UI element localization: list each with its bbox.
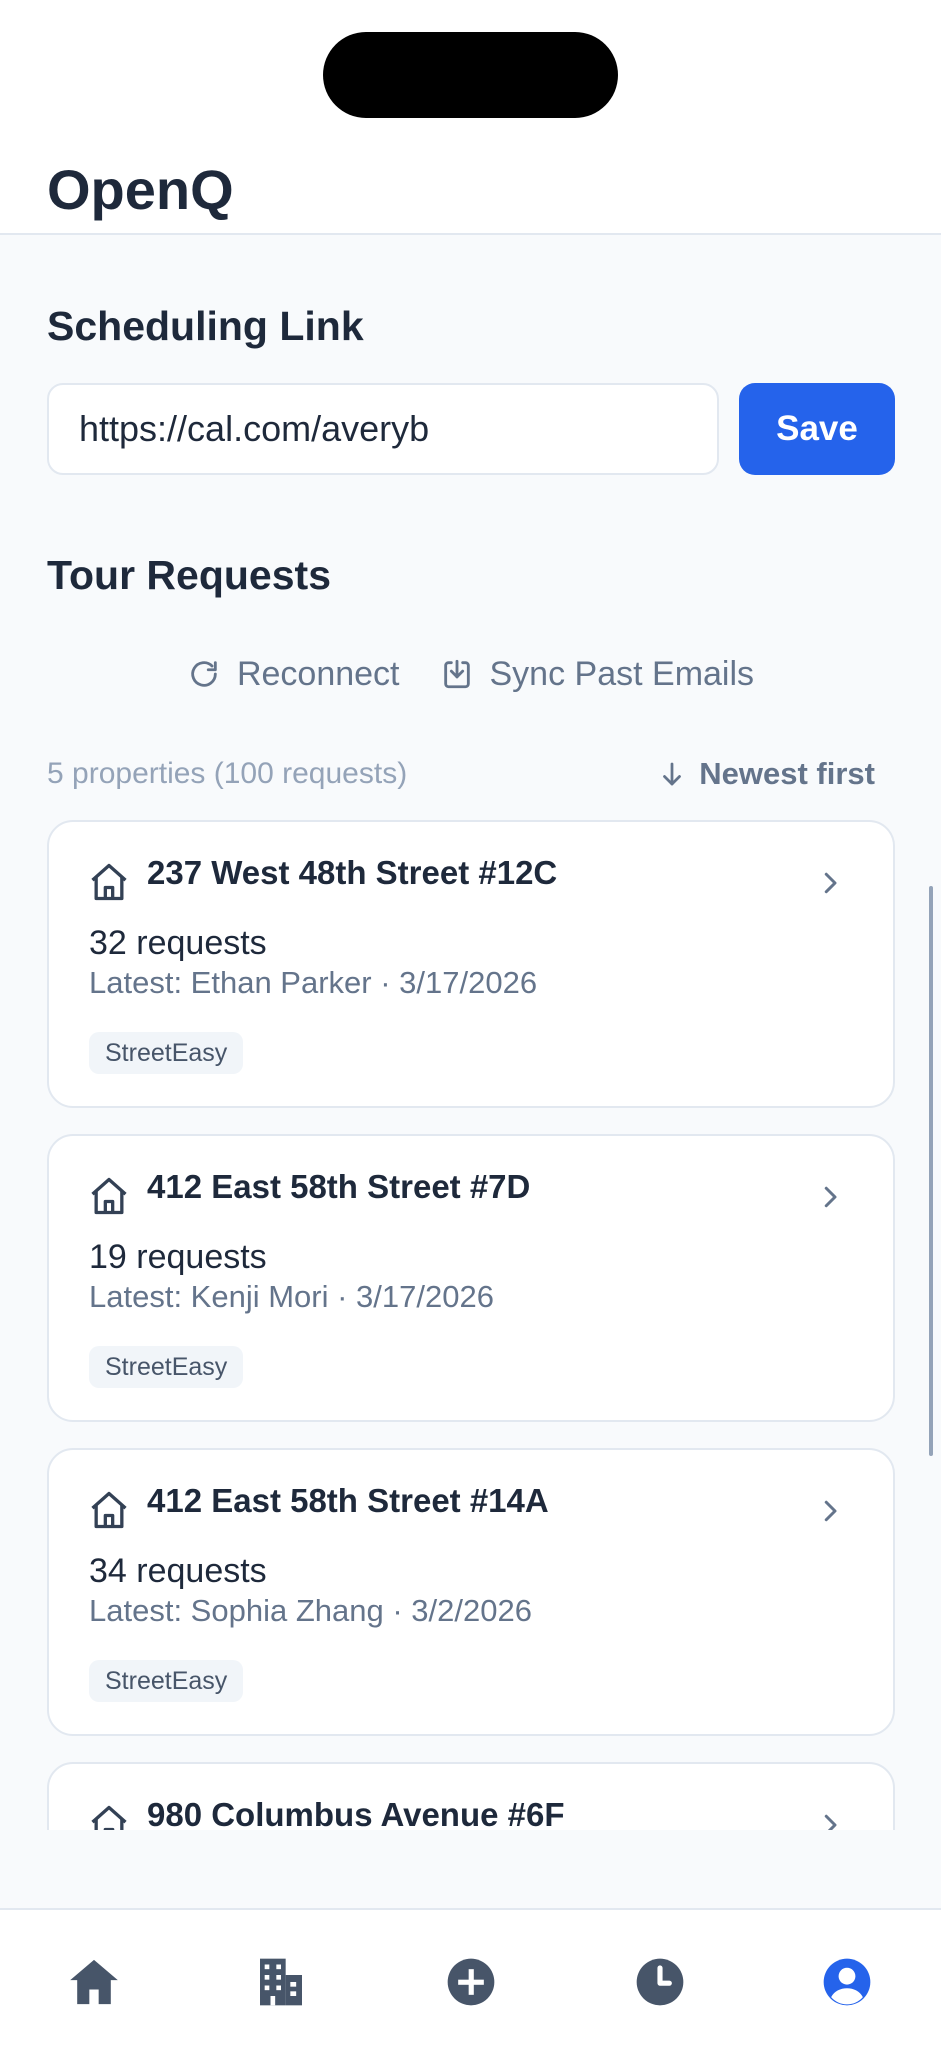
property-card[interactable]: 980 Columbus Avenue #6F xyxy=(47,1762,895,1830)
chevron-right-icon xyxy=(824,1500,837,1522)
top-header: OpenQ xyxy=(0,0,941,235)
clock-icon xyxy=(636,1958,684,2006)
request-count: 19 requests xyxy=(89,1238,267,1276)
reconnect-button[interactable]: Reconnect xyxy=(187,655,400,694)
sort-label: Newest first xyxy=(699,756,875,791)
properties-count: 5 properties (100 requests) xyxy=(47,757,408,790)
user-circle-icon xyxy=(823,1958,871,2006)
nav-add[interactable] xyxy=(441,1952,501,2012)
property-card[interactable]: 412 East 58th Street #14A 34 requests La… xyxy=(47,1448,895,1736)
sort-button[interactable]: Newest first xyxy=(657,756,875,792)
request-count: 34 requests xyxy=(89,1552,267,1590)
request-count: 32 requests xyxy=(89,924,267,962)
chevron-right-icon xyxy=(824,1186,837,1208)
chevron-right-icon xyxy=(824,872,837,894)
source-badge: StreetEasy xyxy=(89,1660,244,1702)
scheduling-link-input[interactable] xyxy=(47,383,719,475)
sync-label: Sync Past Emails xyxy=(489,654,755,693)
property-card[interactable]: 412 East 58th Street #7D 19 requests Lat… xyxy=(47,1134,895,1422)
chevron-right-icon xyxy=(824,1814,837,1830)
property-address: 237 West 48th Street #12C xyxy=(147,854,558,891)
property-address: 412 East 58th Street #7D xyxy=(147,1168,531,1205)
building-icon xyxy=(260,1958,302,2006)
home-icon xyxy=(70,1959,118,2005)
arrow-down-icon xyxy=(663,762,682,786)
house-icon xyxy=(91,1491,127,1529)
property-card[interactable]: 237 West 48th Street #12C 32 requests La… xyxy=(47,820,895,1108)
tour-requests-title: Tour Requests xyxy=(47,552,331,598)
sync-past-emails-button[interactable]: Sync Past Emails xyxy=(440,654,755,694)
source-badge: StreetEasy xyxy=(89,1346,244,1388)
bottom-nav xyxy=(0,1908,941,2048)
house-icon xyxy=(91,1805,127,1830)
list-meta-row: 5 properties (100 requests) Newest first xyxy=(47,752,875,796)
scheduling-link-title: Scheduling Link xyxy=(47,303,364,349)
plus-circle-icon xyxy=(447,1958,495,2006)
scrollbar[interactable] xyxy=(929,886,933,1456)
property-list[interactable]: 237 West 48th Street #12C 32 requests La… xyxy=(0,818,941,1830)
reconnect-label: Reconnect xyxy=(236,654,400,693)
latest-request: Latest: Ethan Parker · 3/17/2026 xyxy=(89,965,538,1000)
latest-request: Latest: Kenji Mori · 3/17/2026 xyxy=(89,1279,494,1314)
download-icon xyxy=(443,659,470,689)
tour-actions: Reconnect Sync Past Emails xyxy=(0,648,941,700)
property-address: 412 East 58th Street #14A xyxy=(147,1482,549,1519)
device-notch xyxy=(323,32,618,118)
property-address: 980 Columbus Avenue #6F xyxy=(147,1796,565,1830)
house-icon xyxy=(91,863,127,901)
save-button[interactable]: Save xyxy=(739,383,895,475)
source-badge: StreetEasy xyxy=(89,1032,244,1074)
house-icon xyxy=(91,1177,127,1215)
nav-properties[interactable] xyxy=(251,1952,311,2012)
nav-history[interactable] xyxy=(630,1952,690,2012)
latest-request: Latest: Sophia Zhang · 3/2/2026 xyxy=(89,1593,532,1628)
app-title: OpenQ xyxy=(47,158,234,221)
nav-profile[interactable] xyxy=(817,1952,877,2012)
nav-home[interactable] xyxy=(64,1952,124,2012)
refresh-icon xyxy=(191,661,217,687)
app-screen: OpenQ Scheduling Link Save Tour Requests… xyxy=(0,0,941,2048)
